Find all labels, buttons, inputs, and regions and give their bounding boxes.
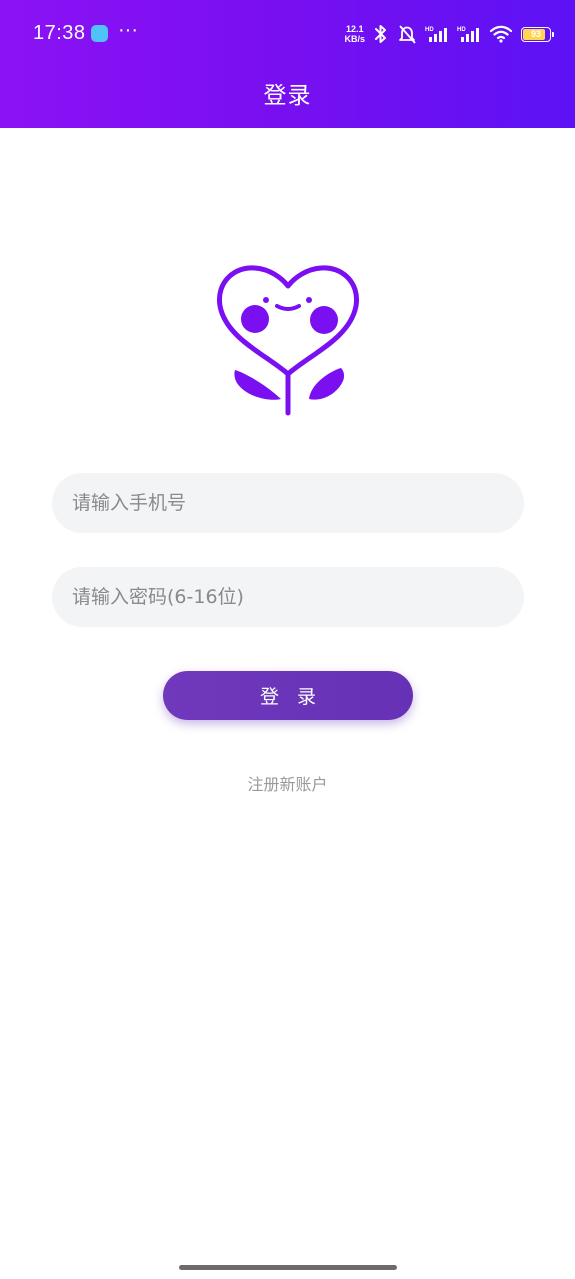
header-bar: 17:38 ··· 12.1 KB/s HD HD 93 登录: [0, 0, 575, 128]
wifi-icon: [489, 25, 513, 43]
wechat-notification-icon: [91, 25, 108, 42]
register-link[interactable]: 注册新账户: [0, 771, 575, 795]
status-bar: 17:38 ··· 12.1 KB/s HD HD 93: [0, 0, 575, 68]
password-field-container: [52, 567, 524, 627]
home-indicator[interactable]: [179, 1265, 397, 1270]
network-speed-value: 12.1: [345, 24, 364, 34]
battery-cap: [552, 31, 554, 37]
status-icons: 12.1 KB/s HD HD 93: [344, 22, 554, 46]
more-notifications-icon: ···: [118, 19, 138, 41]
login-button[interactable]: 登 录: [163, 671, 413, 720]
status-time: 17:38: [33, 22, 86, 44]
signal-hd-1-icon: HD: [425, 27, 447, 42]
password-input[interactable]: [52, 567, 524, 627]
battery-level: 93: [530, 29, 541, 39]
svg-text:HD: HD: [457, 27, 466, 33]
mute-bell-icon: [399, 25, 416, 44]
svg-text:HD: HD: [425, 27, 434, 33]
heart-flower-logo: [216, 265, 360, 416]
phone-field-container: [52, 473, 524, 533]
signal-hd-2-icon: HD: [457, 27, 479, 42]
login-screen: 17:38 ··· 12.1 KB/s HD HD 93 登录 请输入手机号 登…: [0, 0, 575, 1279]
page-title: 登录: [263, 83, 312, 109]
network-speed: 12.1 KB/s: [344, 24, 365, 44]
phone-input[interactable]: [52, 473, 524, 533]
battery-icon: 93: [521, 26, 554, 42]
bluetooth-icon: [375, 25, 386, 43]
network-speed-unit: KB/s: [344, 34, 365, 44]
